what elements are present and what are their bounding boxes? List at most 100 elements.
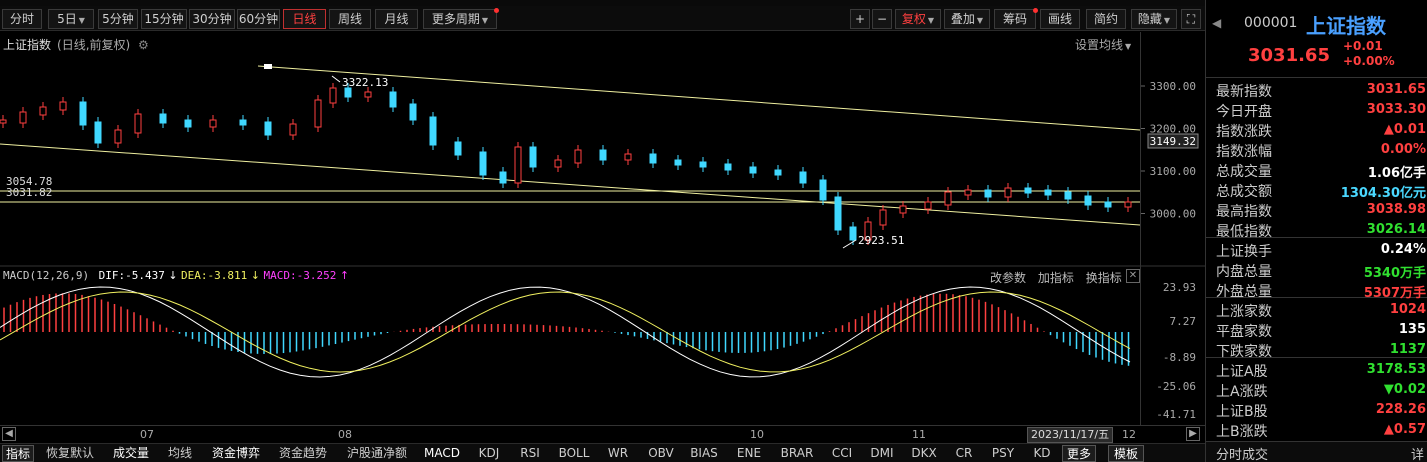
quote-row-value: 3026.14: [1366, 222, 1426, 237]
candle-body: [499, 171, 507, 184]
candle-body: [1024, 187, 1032, 194]
candle-body: [79, 101, 87, 126]
indicator-tab[interactable]: 指标: [2, 445, 34, 462]
reset-default-button[interactable]: 恢复默认: [42, 445, 98, 462]
zoom-out-button[interactable]: −: [872, 9, 892, 29]
chevron-down-icon: ▼: [481, 16, 489, 25]
candle-body: [454, 141, 462, 156]
quote-row-value: ▲0.57: [1383, 422, 1426, 437]
quote-row: 最高指数 3038.98: [1206, 200, 1427, 220]
simple-mode-button[interactable]: 简约: [1086, 9, 1126, 29]
candle-body: [724, 163, 732, 171]
candle-body: [879, 209, 887, 226]
quote-row-value: 3038.98: [1366, 202, 1426, 217]
period-tab-5min[interactable]: 5分钟: [98, 9, 138, 29]
timeline-label: 10: [750, 428, 764, 441]
template-button[interactable]: 模板: [1108, 445, 1144, 462]
period-tab-5day[interactable]: 5日 ▼: [48, 9, 94, 29]
quote-row: 下跌家数 1137: [1206, 340, 1427, 360]
indicator-cr[interactable]: CR: [950, 445, 978, 462]
hide-dropdown[interactable]: 隐藏 ▼: [1131, 9, 1177, 29]
candle-body: [1064, 191, 1072, 200]
fullscreen-icon[interactable]: ⛶: [1181, 9, 1201, 29]
quote-row-value: 5340万手: [1363, 266, 1426, 281]
close-icon[interactable]: ✕: [1126, 269, 1140, 283]
candle-body: [554, 159, 562, 168]
indicator-kd[interactable]: KD: [1028, 445, 1056, 462]
quote-change-value: +0.01: [1343, 39, 1383, 53]
zoom-in-button[interactable]: +: [850, 9, 870, 29]
annotation-arrow: [331, 75, 341, 83]
candle-body: [114, 129, 122, 144]
indicator-ene[interactable]: ENE: [732, 445, 766, 462]
candle-body: [1004, 187, 1012, 198]
indicator-boll[interactable]: BOLL: [554, 445, 594, 462]
indicator-cci[interactable]: CCI: [828, 445, 856, 462]
hide-label: 隐藏: [1137, 12, 1162, 26]
indicator-rsi[interactable]: RSI: [514, 445, 546, 462]
candle-body: [329, 87, 337, 104]
period-tab-daily[interactable]: 日线: [283, 9, 326, 29]
indicator-macd[interactable]: MACD: [420, 445, 464, 462]
timeline-date-badge: 2023/11/17/五: [1027, 427, 1114, 443]
axis-divider: [1140, 32, 1141, 425]
indicator-fund-trend[interactable]: 资金趋势: [274, 445, 332, 462]
candle-body: [599, 149, 607, 161]
period-tab-monthly[interactable]: 月线: [375, 9, 418, 29]
quote-row: 最新指数 3031.65: [1206, 80, 1427, 100]
tick-trades-footer[interactable]: 分时成交 详: [1206, 441, 1427, 462]
period-tab-60min[interactable]: 60分钟: [237, 9, 280, 29]
indicator-obv[interactable]: OBV: [644, 445, 678, 462]
macd-actions: 改参数 加指标 换指标: [990, 269, 1130, 286]
switch-indicator-button[interactable]: 换指标: [1086, 271, 1122, 285]
candle-body: [429, 116, 437, 146]
candle-body: [649, 153, 657, 164]
period-tab-weekly[interactable]: 周线: [329, 9, 371, 29]
indicator-hk-flow[interactable]: 沪股通净额: [342, 445, 412, 462]
fuquan-dropdown[interactable]: 复权 ▼: [895, 9, 941, 29]
quote-row-label: 下跌家数: [1216, 344, 1272, 360]
quote-row: 指数涨跌 ▲0.01: [1206, 120, 1427, 140]
macd-header: MACD(12,26,9) DIF:-5.437 ↓ DEA:-3.811 ↓ …: [0, 269, 1140, 285]
indicator-kdj[interactable]: KDJ: [472, 445, 506, 462]
indicator-dkx[interactable]: DKX: [906, 445, 942, 462]
indicator-brar[interactable]: BRAR: [776, 445, 818, 462]
period-tab-15min[interactable]: 15分钟: [141, 9, 187, 29]
quote-row: 总成交量 1.06亿手: [1206, 160, 1427, 181]
indicator-volume[interactable]: 成交量: [108, 445, 154, 462]
chips-label: 筹码: [1002, 12, 1027, 26]
indicator-wr[interactable]: WR: [602, 445, 634, 462]
detail-button[interactable]: 详: [1411, 444, 1424, 462]
tick-trades-label: 分时成交: [1216, 448, 1269, 462]
quote-row-label: 今日开盘: [1216, 104, 1272, 120]
scroll-left-icon[interactable]: ◀: [2, 427, 16, 441]
scroll-right-icon[interactable]: ▶: [1186, 427, 1200, 441]
overlay-label: 叠加: [950, 12, 975, 26]
quote-row-label: 内盘总量: [1216, 264, 1272, 280]
macd-axis-label: -25.06: [1156, 380, 1196, 393]
quote-separator: [1206, 77, 1427, 78]
timeline-label: 11: [912, 428, 926, 441]
period-tab-fenshi[interactable]: 分时: [2, 9, 42, 29]
indicator-dmi[interactable]: DMI: [866, 445, 898, 462]
quote-row-value: 5307万手: [1363, 286, 1426, 301]
indicator-bias[interactable]: BIAS: [686, 445, 722, 462]
quote-row-label: 指数涨跌: [1216, 124, 1272, 140]
indicator-psy[interactable]: PSY: [986, 445, 1020, 462]
indicator-ma[interactable]: 均线: [164, 445, 196, 462]
overlay-dropdown[interactable]: 叠加 ▼: [944, 9, 990, 29]
quote-row-label: 总成交量: [1216, 164, 1272, 180]
add-indicator-button[interactable]: 加指标: [1038, 271, 1074, 285]
kline-chart-area[interactable]: 上证指数 (日线,前复权) ⚙ 设置均线 ▼ 3300.00 3200.00 3100.…: [0, 32, 1205, 425]
current-price-label: 3149.32: [1150, 135, 1196, 148]
change-params-button[interactable]: 改参数: [990, 271, 1026, 285]
more-indicators-button[interactable]: 更多: [1062, 445, 1096, 462]
more-periods-button[interactable]: 更多周期 ▼: [423, 8, 499, 29]
trend-line-handle: [264, 64, 272, 69]
period-tab-30min[interactable]: 30分钟: [189, 9, 235, 29]
draw-line-button[interactable]: 画线: [1040, 9, 1080, 29]
chips-button[interactable]: 筹码: [994, 8, 1038, 29]
indicator-fund-game[interactable]: 资金博弈: [206, 445, 266, 462]
arrow-left-icon[interactable]: ◀: [1212, 16, 1221, 30]
macd-dea-line: [0, 291, 1131, 373]
